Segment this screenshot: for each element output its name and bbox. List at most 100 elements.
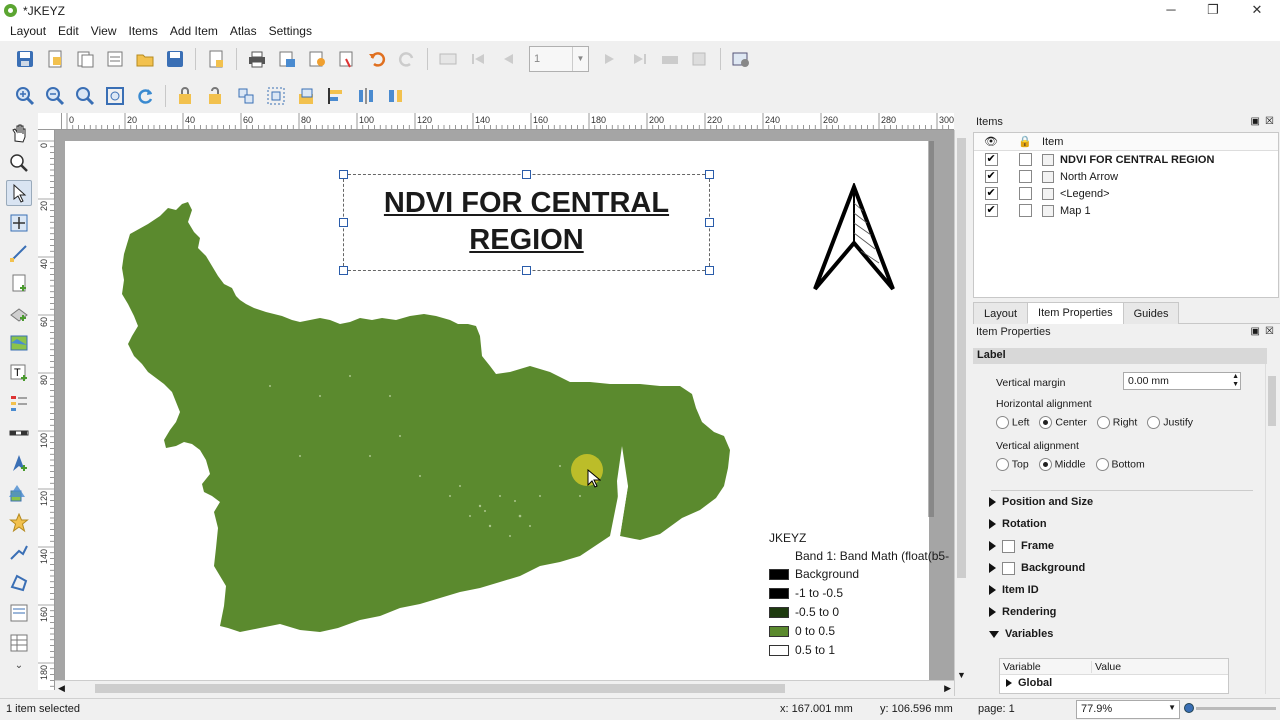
valign-middle-option[interactable]: Middle xyxy=(1038,458,1086,471)
lock-checkbox[interactable] xyxy=(1018,187,1032,200)
close-panel-icon[interactable]: ☒ xyxy=(1265,116,1274,127)
scroll-down-icon[interactable]: ▼ xyxy=(957,670,966,680)
valign-bottom-option[interactable]: Bottom xyxy=(1095,458,1145,471)
add-polyline-icon[interactable] xyxy=(6,540,32,566)
print-icon[interactable] xyxy=(245,47,269,71)
add-3d-map-icon[interactable] xyxy=(6,300,32,326)
background-checkbox[interactable] xyxy=(1002,561,1015,575)
items-tree-row[interactable]: <Legend> xyxy=(974,185,1278,202)
save-template-icon[interactable] xyxy=(163,47,187,71)
atlas-settings-icon[interactable] xyxy=(729,47,753,71)
add-scalebar-icon[interactable] xyxy=(6,420,32,446)
pan-icon[interactable] xyxy=(6,120,32,146)
variables-row-global[interactable]: Global xyxy=(1000,675,1228,691)
selection-handle[interactable] xyxy=(339,170,348,179)
vertical-scroll-thumb[interactable] xyxy=(957,138,966,578)
add-html-icon[interactable] xyxy=(6,600,32,626)
north-arrow-item[interactable] xyxy=(811,183,897,295)
save-icon[interactable] xyxy=(13,47,37,71)
lock-checkbox[interactable] xyxy=(1018,153,1032,166)
export-image-icon[interactable] xyxy=(275,47,299,71)
tab-layout[interactable]: Layout xyxy=(973,302,1029,324)
horizontal-scroll-thumb[interactable] xyxy=(95,684,785,693)
halign-center-option[interactable]: Center xyxy=(1039,416,1087,429)
group-item-id[interactable]: Item ID xyxy=(989,579,1257,601)
refresh-icon[interactable] xyxy=(133,84,157,108)
group-variables[interactable]: Variables xyxy=(989,623,1257,645)
menu-view[interactable]: View xyxy=(85,24,123,38)
duplicate-layout-icon[interactable] xyxy=(73,47,97,71)
raise-items-icon[interactable] xyxy=(294,84,318,108)
maximize-button[interactable]: ❐ xyxy=(1192,0,1234,21)
float-panel-icon[interactable]: ▣ xyxy=(1251,326,1260,337)
group-background[interactable]: Background xyxy=(989,557,1257,579)
ungroup-items-icon[interactable] xyxy=(264,84,288,108)
visibility-checkbox[interactable] xyxy=(984,186,998,200)
menu-atlas[interactable]: Atlas xyxy=(224,24,263,38)
chevron-down-icon[interactable]: ⌄ xyxy=(0,660,38,671)
layout-canvas[interactable]: NDVI FOR CENTRAL REGION JKEYZ Band 1: Ba… xyxy=(55,130,954,680)
lock-items-icon[interactable] xyxy=(174,84,198,108)
undo-icon[interactable] xyxy=(365,47,389,71)
selection-handle[interactable] xyxy=(522,170,531,179)
group-rendering[interactable]: Rendering xyxy=(989,601,1257,623)
tab-item-properties[interactable]: Item Properties xyxy=(1027,302,1124,324)
export-svg-icon[interactable] xyxy=(305,47,329,71)
halign-left-option[interactable]: Left xyxy=(996,416,1029,429)
add-north-arrow-icon[interactable] xyxy=(6,450,32,476)
zoom-tool-icon[interactable] xyxy=(6,150,32,176)
valign-top-option[interactable]: Top xyxy=(996,458,1029,471)
menu-add-item[interactable]: Add Item xyxy=(164,24,224,38)
group-position-and-size[interactable]: Position and Size xyxy=(989,491,1257,513)
add-label-icon[interactable]: T xyxy=(6,360,32,386)
resize-icon[interactable] xyxy=(384,84,408,108)
legend-item[interactable]: JKEYZ Band 1: Band Math (float(b5- Backg… xyxy=(769,531,954,662)
selection-handle[interactable] xyxy=(339,218,348,227)
close-button[interactable]: ✕ xyxy=(1236,0,1278,21)
add-page-icon[interactable] xyxy=(204,47,228,71)
zoom-in-icon[interactable] xyxy=(13,84,37,108)
minimize-button[interactable]: ─ xyxy=(1150,0,1192,21)
close-panel-icon[interactable]: ☒ xyxy=(1265,326,1274,337)
selection-handle[interactable] xyxy=(705,170,714,179)
halign-right-option[interactable]: Right xyxy=(1096,416,1137,429)
properties-scrollbar[interactable] xyxy=(1265,364,1277,694)
distribute-icon[interactable] xyxy=(354,84,378,108)
horizontal-scrollbar[interactable]: ◀ ▶ xyxy=(55,680,954,696)
group-frame[interactable]: Frame xyxy=(989,535,1257,557)
vertical-scrollbar[interactable]: ▼ xyxy=(954,130,968,696)
atlas-page-select[interactable]: 1 ▼ xyxy=(529,46,589,72)
halign-justify-option[interactable]: Justify xyxy=(1147,416,1193,429)
title-label-item[interactable]: NDVI FOR CENTRAL REGION xyxy=(339,170,714,275)
zoom-out-icon[interactable] xyxy=(43,84,67,108)
selection-handle[interactable] xyxy=(522,266,531,275)
add-map-icon[interactable] xyxy=(6,330,32,356)
items-tree-row[interactable]: Map 1 xyxy=(974,202,1278,219)
add-shape-icon[interactable] xyxy=(6,480,32,506)
add-marker-icon[interactable] xyxy=(6,510,32,536)
zoom-actual-icon[interactable] xyxy=(73,84,97,108)
frame-checkbox[interactable] xyxy=(1002,539,1015,553)
visibility-checkbox[interactable] xyxy=(984,152,998,166)
properties-scroll-thumb[interactable] xyxy=(1268,376,1276,426)
move-content-icon[interactable] xyxy=(6,210,32,236)
selection-handle[interactable] xyxy=(339,266,348,275)
align-left-icon[interactable] xyxy=(324,84,348,108)
lock-checkbox[interactable] xyxy=(1018,204,1032,217)
tab-guides[interactable]: Guides xyxy=(1122,302,1180,324)
visibility-checkbox[interactable] xyxy=(984,203,998,217)
selection-handle[interactable] xyxy=(705,218,714,227)
menu-layout[interactable]: Layout xyxy=(4,24,52,38)
unlock-items-icon[interactable] xyxy=(204,84,228,108)
select-move-icon[interactable] xyxy=(6,180,32,206)
zoom-full-icon[interactable] xyxy=(103,84,127,108)
group-rotation[interactable]: Rotation xyxy=(989,513,1257,535)
zoom-slider-track[interactable] xyxy=(1196,707,1276,710)
visibility-checkbox[interactable] xyxy=(984,169,998,183)
float-panel-icon[interactable]: ▣ xyxy=(1251,116,1260,127)
scroll-right-icon[interactable]: ▶ xyxy=(944,683,951,694)
zoom-slider-handle[interactable] xyxy=(1184,703,1194,713)
group-items-icon[interactable] xyxy=(234,84,258,108)
menu-items[interactable]: Items xyxy=(123,24,164,38)
selection-handle[interactable] xyxy=(705,266,714,275)
